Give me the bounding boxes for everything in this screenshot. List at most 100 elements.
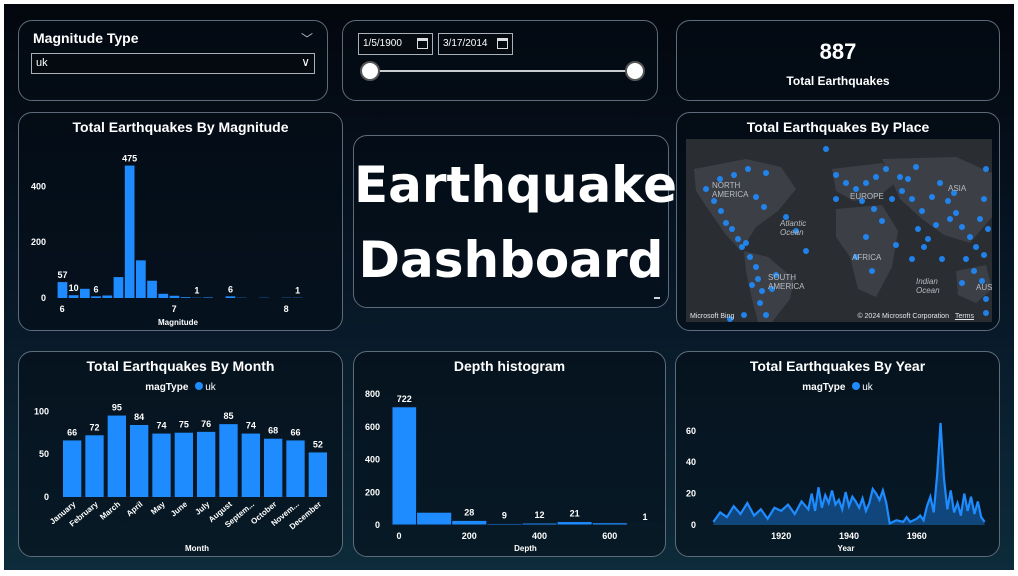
earthquake-point: [921, 244, 927, 250]
dashboard-title-line2: Dashboard: [358, 231, 664, 289]
map-terms-link[interactable]: Terms: [955, 313, 974, 320]
earthquake-point: [939, 256, 945, 262]
histogram-bar: [451, 519, 488, 526]
x-axis-title: Year: [838, 544, 855, 553]
data-label: 84: [134, 412, 144, 422]
magnitude-chart: 0 200 400 5710 6 475 1 6 1 6 7 8 Magnitude: [31, 154, 303, 327]
resize-handle-icon[interactable]: [654, 297, 660, 299]
x-tick-label: 600: [602, 531, 617, 541]
earthquake-point: [947, 216, 953, 222]
y-tick-label: 200: [365, 487, 380, 497]
data-label: 21: [570, 509, 580, 519]
bing-logo: Microsoft Bing: [690, 313, 735, 320]
earthquake-point: [909, 196, 915, 202]
calendar-icon[interactable]: [497, 38, 508, 49]
earthquake-point: [749, 282, 755, 288]
chevron-down-icon: ∨: [301, 55, 310, 69]
date-slider-start-handle[interactable]: [360, 61, 380, 81]
y-tick-label: 60: [686, 426, 696, 436]
earthquake-point: [753, 194, 759, 200]
earthquake-point: [755, 276, 761, 282]
kpi-label: Total Earthquakes: [786, 74, 890, 88]
landmass-africa: [836, 205, 898, 297]
bar: [136, 260, 146, 298]
bar: [102, 295, 113, 298]
histogram-bar: [556, 521, 593, 526]
bar: [107, 415, 126, 497]
map-label-atlantic: Atlantic Ocean: [780, 219, 807, 237]
map-label-south-america: SOUTH AMERICA: [768, 273, 805, 291]
earthquake-point: [899, 188, 905, 194]
earthquake-point: [743, 240, 749, 246]
earthquake-point: [823, 146, 829, 152]
earthquake-point: [929, 194, 935, 200]
bar: [286, 440, 305, 497]
bar: [264, 438, 283, 497]
dashboard-canvas: Magnitude Type ﹀ uk ∨ 1/5/1900 3/17/2014…: [4, 4, 1014, 570]
x-tick-label: March: [98, 500, 122, 522]
x-tick-label: 1940: [839, 531, 859, 541]
earthquake-point: [915, 226, 921, 232]
earthquake-point: [729, 226, 735, 232]
earthquake-point: [863, 180, 869, 186]
depth-chart-card: Depth histogram 0 200 400 600 800 722 28 9 12 21 1…: [353, 351, 666, 557]
x-tick-label: 1920: [771, 531, 791, 541]
depth-histogram: 0 200 400 600 800 722 28 9 12 21 1 0 200 400 600 Depth: [365, 389, 664, 553]
date-range-slicer: 1/5/1900 3/17/2014: [342, 20, 658, 101]
x-tick-label: 400: [532, 531, 547, 541]
x-tick-label: 8: [284, 304, 289, 314]
date-slider-track[interactable]: [371, 70, 635, 72]
earthquake-point: [937, 180, 943, 186]
end-date-input[interactable]: 3/17/2014: [438, 33, 513, 55]
data-label: 72: [89, 422, 99, 432]
earthquake-point: [833, 172, 839, 178]
start-date-value: 1/5/1900: [363, 38, 402, 49]
earthquake-point: [747, 254, 753, 260]
start-date-input[interactable]: 1/5/1900: [358, 33, 433, 55]
map-label-europe: EUROPE: [850, 192, 884, 201]
bar: [225, 296, 236, 298]
earthquake-point: [933, 222, 939, 228]
histogram-bar: [591, 522, 628, 526]
world-map[interactable]: NORTH AMERICA Atlantic Ocean EUROPE ASIA…: [686, 139, 992, 322]
earthquake-point: [913, 164, 919, 170]
y-tick-label: 100: [34, 406, 49, 416]
y-tick-label: 200: [31, 237, 46, 247]
earthquake-point: [967, 234, 973, 240]
data-label: 52: [313, 439, 323, 449]
earthquake-point: [905, 176, 911, 182]
earthquake-point: [759, 288, 765, 294]
bar: [158, 293, 169, 298]
earthquake-point: [871, 206, 877, 212]
x-tick-label: 200: [462, 531, 477, 541]
chevron-down-icon[interactable]: ﹀: [301, 30, 313, 47]
bar: [174, 432, 193, 497]
data-label: 75: [179, 420, 189, 430]
slicer-title: Magnitude Type: [33, 30, 139, 46]
calendar-icon[interactable]: [417, 38, 428, 49]
earthquake-point: [703, 186, 709, 192]
map-label-asia: ASIA: [948, 184, 967, 193]
earthquake-point: [843, 180, 849, 186]
x-tick-label: 6: [60, 304, 65, 314]
data-label: 76: [201, 419, 211, 429]
histogram-bar: [416, 511, 453, 526]
date-slider-end-handle[interactable]: [625, 61, 645, 81]
earthquake-point: [893, 242, 899, 248]
bar: [57, 282, 68, 298]
x-axis-title: Magnitude: [158, 318, 199, 327]
data-label: 57: [57, 270, 67, 280]
data-label: 6: [228, 284, 233, 294]
earthquake-point: [959, 280, 965, 286]
landmass-north-america: [694, 159, 796, 251]
earthquake-point: [833, 196, 839, 202]
chart-title: Total Earthquakes By Place: [746, 119, 930, 135]
magnitude-type-dropdown[interactable]: uk ∨: [31, 53, 315, 74]
x-tick-label: June: [169, 499, 190, 518]
map-label-australia: AUST: [976, 283, 992, 292]
earthquake-point: [981, 252, 987, 258]
earthquake-point: [925, 236, 931, 242]
year-chart: 0 20 40 60 1920 1940 1960 Year: [686, 422, 986, 553]
earthquake-point: [897, 174, 903, 180]
data-label: 10: [69, 283, 79, 293]
